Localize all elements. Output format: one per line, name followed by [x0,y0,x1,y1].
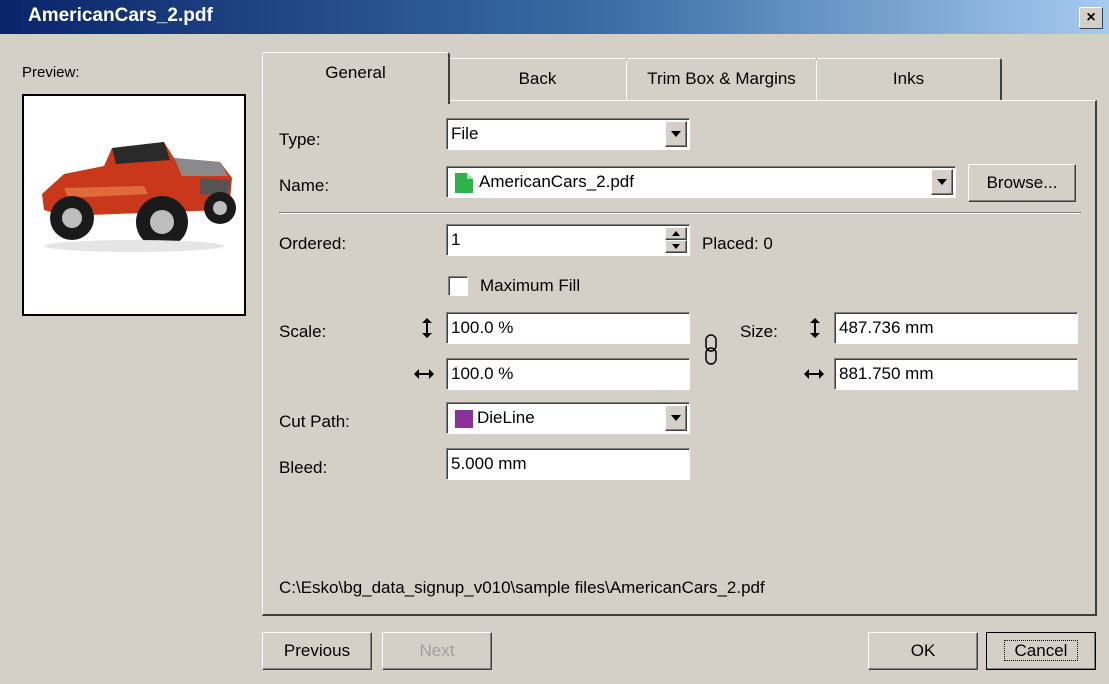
preview-image [22,94,246,316]
tab-back-label: Back [518,69,557,88]
placed-count: Placed: 0 [702,234,773,253]
next-button[interactable]: Next [382,632,492,670]
car-image [42,142,236,252]
type-value: File [451,124,479,143]
link-icon[interactable] [704,334,718,366]
cut-path-label: Cut Path: [279,412,350,431]
maximum-fill-label: Maximum Fill [480,276,581,295]
ok-button[interactable]: OK [868,632,978,670]
size-vertical-value: 487.736 mm [839,318,934,337]
tab-inks[interactable]: Inks [816,58,1002,100]
name-value: AmericanCars_2.pdf [479,172,634,191]
previous-button[interactable]: Previous [262,632,372,670]
scale-vertical-value: 100.0 % [451,318,514,337]
bleed-input[interactable]: 5.000 mm [446,448,690,480]
chevron-down-icon[interactable] [931,169,953,195]
vertical-arrow-icon [810,318,820,338]
tab-back[interactable]: Back [448,58,628,100]
close-icon: × [1086,9,1096,26]
cancel-button[interactable]: Cancel [986,632,1096,670]
cut-path-select[interactable]: DieLine [446,402,690,434]
dieline-swatch [455,410,473,428]
type-label: Type: [279,130,321,149]
tab-inks-label: Inks [892,69,925,88]
separator [279,212,1081,214]
chevron-down-icon [672,244,680,249]
size-vertical-input[interactable]: 487.736 mm [834,312,1078,344]
tab-general[interactable]: General [262,52,450,104]
cancel-label: Cancel [1003,640,1079,661]
size-horizontal-input[interactable]: 881.750 mm [834,358,1078,390]
tab-general-label: General [325,63,386,82]
browse-button[interactable]: Browse... [968,164,1076,202]
scale-label: Scale: [279,322,327,341]
chevron-down-glyph [671,415,681,421]
vertical-arrow-icon [422,318,432,338]
scale-vertical-input[interactable]: 100.0 % [446,312,690,344]
scale-horizontal-input[interactable]: 100.0 % [446,358,690,390]
name-select[interactable]: AmericanCars_2.pdf [446,166,956,198]
tab-trim-box-margins[interactable]: Trim Box & Margins [626,58,818,100]
type-select[interactable]: File [446,118,690,150]
window-title: AmericanCars_2.pdf [28,5,213,26]
chevron-down-icon[interactable] [665,405,687,431]
tab-trim-box-label: Trim Box & Margins [647,69,796,88]
cut-path-value: DieLine [477,408,535,427]
ordered-label: Ordered: [279,234,347,253]
file-path-text: C:\Esko\bg_data_signup_v010\sample files… [279,578,765,597]
file-icon [455,173,473,193]
ordered-value: 1 [451,230,461,249]
scale-horizontal-value: 100.0 % [451,364,514,383]
maximum-fill-checkbox[interactable] [448,276,468,296]
name-label: Name: [279,176,330,195]
horizontal-arrow-icon [414,369,434,379]
spin-up-button[interactable] [665,227,687,240]
horizontal-arrow-icon [804,369,824,379]
preview-label: Preview: [22,64,80,81]
bleed-value: 5.000 mm [451,454,527,473]
size-horizontal-value: 881.750 mm [839,364,934,383]
chevron-up-icon [672,231,680,236]
close-button[interactable]: × [1079,7,1103,29]
spin-down-button[interactable] [665,240,687,253]
ordered-input[interactable]: 1 [446,224,690,256]
chevron-down-icon[interactable] [665,121,687,147]
size-label: Size: [740,322,778,341]
chevron-down-glyph [671,131,681,137]
chevron-down-glyph [937,179,947,185]
bleed-label: Bleed: [279,458,328,477]
